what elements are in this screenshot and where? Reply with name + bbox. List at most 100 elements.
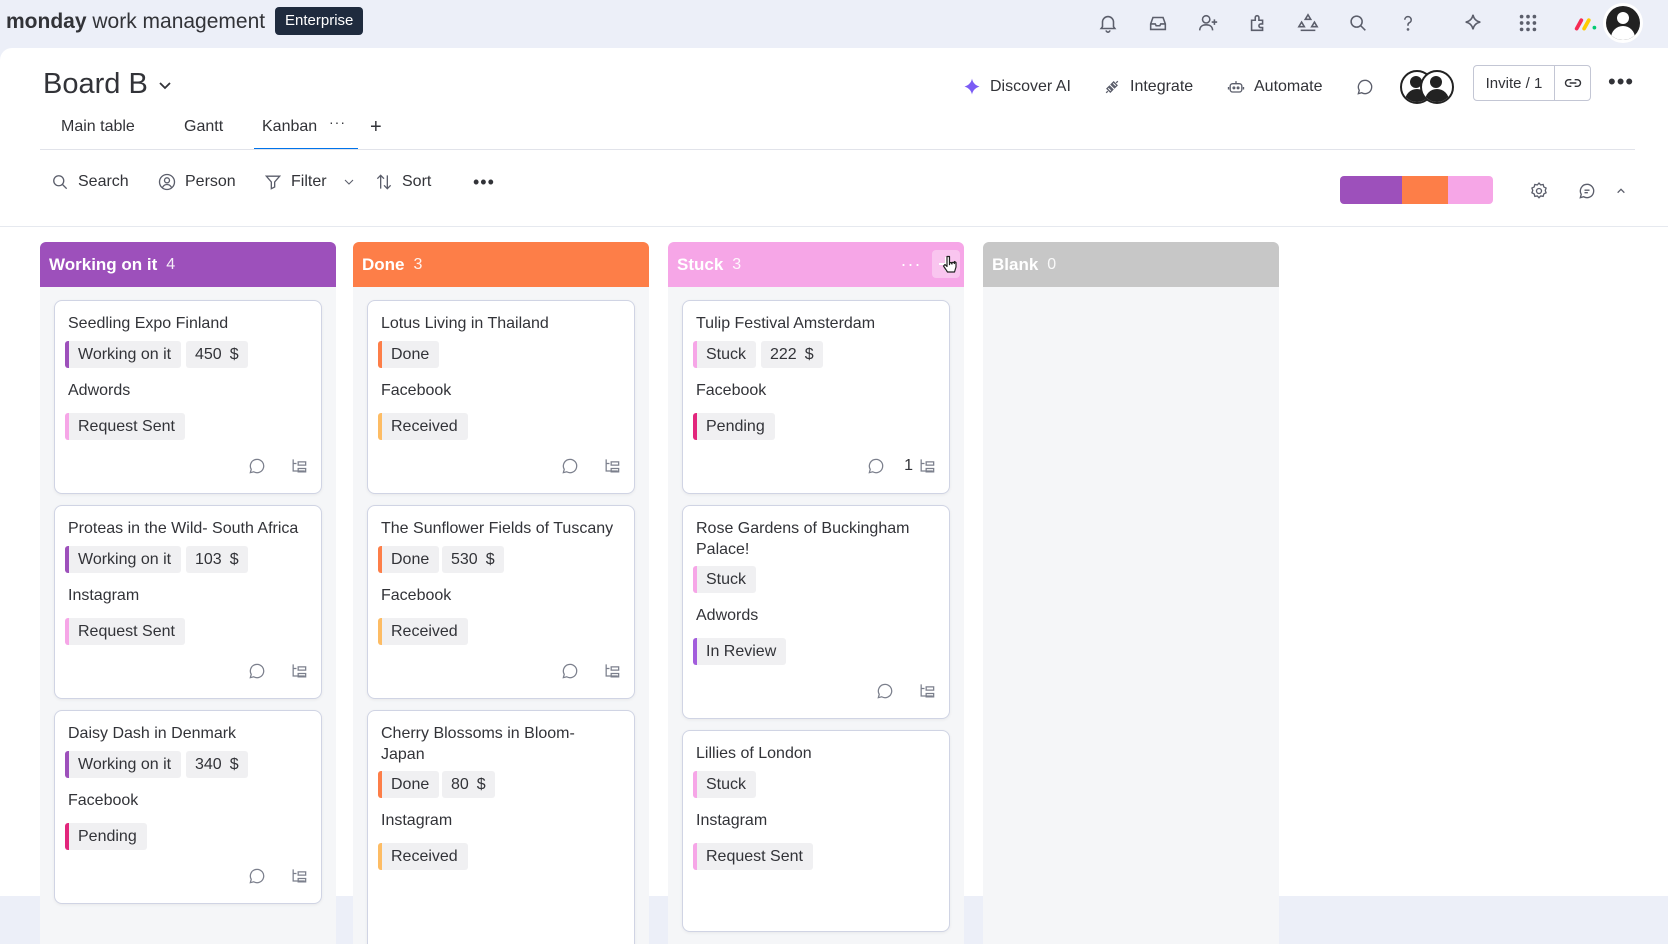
stage-tag[interactable]: Received [378,413,468,440]
card-footer [560,661,622,681]
column-header[interactable]: Working on it 4 [40,242,336,287]
kanban-card[interactable]: Rose Gardens of Buckingham Palace! Stuck… [682,505,950,719]
stage-tag[interactable]: Pending [65,823,147,850]
subitems-icon[interactable] [289,866,309,886]
user-avatar[interactable] [1603,3,1643,43]
column-header[interactable]: Blank 0 [983,242,1279,287]
ai-sparkle-icon[interactable] [1460,10,1486,36]
help-icon[interactable] [1395,10,1421,36]
column-more-icon[interactable]: ··· [896,254,926,275]
comment-icon[interactable] [560,661,580,681]
subitems-icon[interactable] [917,681,937,701]
sort-button[interactable]: Sort [374,166,431,198]
collapse-icon[interactable] [1608,178,1634,204]
kanban-card[interactable]: Tulip Festival Amsterdam Stuck 222 $ Face… [682,300,950,494]
tabs-divider [40,149,1635,150]
stage-tag[interactable]: Request Sent [693,843,813,870]
status-color-bar[interactable] [1340,176,1493,204]
kanban-card[interactable]: Lotus Living in Thailand Done Facebook R… [367,300,635,494]
kanban-card[interactable]: Proteas in the Wild- South Africa Workin… [54,505,322,699]
column-count: 3 [732,255,742,273]
toolbar-more-icon[interactable]: ••• [473,166,495,198]
comment-icon[interactable] [875,681,895,701]
automate-button[interactable]: Automate [1226,72,1322,102]
subitems-icon[interactable] [289,456,309,476]
kanban-card[interactable]: Lillies of London Stuck Instagram Reques… [682,730,950,932]
person-filter-button[interactable]: Person [157,166,236,198]
amount-tag[interactable]: 222 $ [761,341,823,368]
stage-tag[interactable]: Request Sent [65,413,185,440]
subitems-icon[interactable] [602,661,622,681]
tab-main-table[interactable]: Main table [61,112,135,148]
chevron-down-icon[interactable] [158,78,172,92]
amount-tag[interactable]: 450 $ [186,341,248,368]
comment-icon[interactable] [560,456,580,476]
discover-ai-button[interactable]: Discover AI [962,72,1071,102]
tab-kanban[interactable]: Kanban ··· [254,112,358,150]
kanban-card[interactable]: Daisy Dash in Denmark Working on it 340 $… [54,710,322,904]
subitems-icon[interactable] [602,456,622,476]
status-tag[interactable]: Done [378,771,440,798]
search-button[interactable]: Search [50,166,129,198]
column-count: 0 [1047,255,1057,273]
card-title: Cherry Blossoms in Bloom- Japan [381,725,575,763]
card-footer [875,681,937,701]
kanban-card[interactable]: The Sunflower Fields of Tuscany Done 530… [367,505,635,699]
kanban-card[interactable]: Cherry Blossoms in Bloom- Japan Done 80 $… [367,710,635,944]
amount-tag[interactable]: 80 $ [442,771,495,798]
card-footer: 1 [866,456,937,476]
grid-menu-icon[interactable] [1515,10,1541,36]
stage-tag[interactable]: In Review [693,638,787,665]
search-icon[interactable] [1345,10,1371,36]
invite-label: Invite / 1 [1474,66,1555,100]
board-title[interactable]: Board B [43,68,148,101]
chevron-down-icon[interactable] [341,174,357,190]
integrate-button[interactable]: Integrate [1102,72,1193,102]
color-segment-stuck [1448,176,1493,204]
board-updates-button[interactable] [1355,72,1375,102]
amount-tag[interactable]: 340 $ [186,751,248,778]
subitems-counter[interactable]: 1 [904,456,937,476]
copy-link-icon[interactable] [1555,66,1590,100]
tab-options-icon[interactable]: ··· [329,114,346,130]
comment-icon[interactable] [247,456,267,476]
status-tag[interactable]: Stuck [693,341,757,368]
status-tag[interactable]: Stuck [693,566,757,593]
subitems-icon[interactable] [289,661,309,681]
board-more-icon[interactable]: ••• [1608,71,1634,93]
amount-tag[interactable]: 530 $ [442,546,504,573]
status-tag[interactable]: Working on it [65,341,182,368]
status-tag[interactable]: Working on it [65,751,182,778]
apps-icon[interactable] [1245,10,1271,36]
board-members[interactable] [1400,70,1454,104]
stage-tag[interactable]: Request Sent [65,618,185,645]
settings-icon[interactable] [1526,178,1552,204]
filter-button[interactable]: Filter [263,166,357,198]
invite-button[interactable]: Invite / 1 [1473,65,1591,101]
sort-icon [376,174,392,190]
status-tag[interactable]: Stuck [693,771,757,798]
tab-gantt[interactable]: Gantt [184,112,223,148]
status-tag[interactable]: Done [378,341,440,368]
column-header[interactable]: Done 3 [353,242,649,287]
status-tag[interactable]: Done [378,546,440,573]
card-title: Proteas in the Wild- South Africa [68,520,299,537]
automate-label: Automate [1254,78,1323,95]
comment-icon[interactable] [866,456,886,476]
comment-icon[interactable] [247,866,267,886]
stage-tag[interactable]: Received [378,618,468,645]
product-logo[interactable]: monday work management [6,10,265,34]
integrations-icon[interactable] [1295,10,1321,36]
stage-tag[interactable]: Received [378,843,468,870]
add-view-icon[interactable]: + [370,112,382,146]
status-tag[interactable]: Working on it [65,546,182,573]
chat-icon[interactable] [1574,178,1600,204]
channel-value: Facebook [381,587,452,604]
comment-icon[interactable] [247,661,267,681]
inbox-icon[interactable] [1145,10,1171,36]
invite-members-icon[interactable] [1195,10,1221,36]
kanban-card[interactable]: Seedling Expo Finland Working on it 450 $… [54,300,322,494]
stage-tag[interactable]: Pending [693,413,775,440]
bell-icon[interactable] [1095,10,1121,36]
amount-tag[interactable]: 103 $ [186,546,248,573]
